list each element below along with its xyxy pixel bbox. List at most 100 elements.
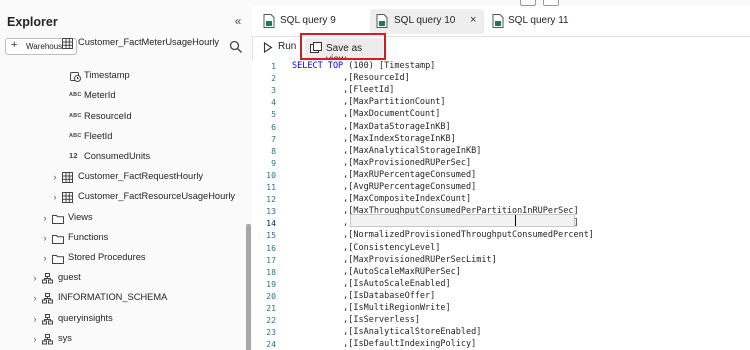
collapse-panel-icon[interactable]: « <box>231 14 245 28</box>
code-line[interactable]: ,[IsServerless] <box>292 315 420 325</box>
save-as-view-button[interactable]: Save as view <box>305 38 383 65</box>
schema-icon <box>42 333 53 347</box>
code-line[interactable]: ,[ResourceId] <box>292 73 410 83</box>
code-line[interactable]: SELECT TOP (100) [Timestamp] <box>292 61 435 71</box>
code-line[interactable]: ,[AutoScaleMaxRUPerSec] <box>292 267 461 277</box>
code-line[interactable]: ,[MaxIndexStorageInKB] <box>292 134 456 144</box>
tab-sql-query-11[interactable]: SQL query 11 <box>488 9 588 34</box>
line-number: 5 <box>271 109 276 120</box>
code-text: ,[MaxCompositeIndexCount] <box>292 194 472 205</box>
code-line[interactable]: ,[ConsistencyLevel] <box>292 243 440 253</box>
explorer-panel: Explorer « + Warehouses Customer_FactMet… <box>0 6 253 350</box>
line-number: 8 <box>271 145 276 156</box>
chevron-right-icon[interactable]: › <box>50 171 60 183</box>
chevron-right-icon[interactable]: › <box>40 252 50 264</box>
code-line[interactable]: ,[MaxCompositeIndexCount] <box>292 194 471 204</box>
code-line[interactable]: ,[IsDefaultIndexingPolicy] <box>292 339 476 349</box>
code-text: ,[IsAnalyticalStoreEnabled] <box>292 327 482 338</box>
code-text: ,[MaxIndexStorageInKB] <box>292 133 456 144</box>
tree-item-resourceid[interactable]: ABC ResourceId <box>0 108 240 128</box>
code-line[interactable]: ,[IsMultiRegionWrite] <box>292 303 450 313</box>
tree-item-meterid[interactable]: ABC MeterId <box>0 87 240 107</box>
timestamp-column-icon <box>70 71 81 84</box>
line-number: 4 <box>271 97 276 108</box>
code-line[interactable]: ,[MaxProvisionedRUPerSec] <box>292 158 471 168</box>
chevron-right-icon[interactable]: › <box>50 191 60 203</box>
tree-item-stored-procedures[interactable]: › Stored Procedures <box>0 249 240 269</box>
run-label: Run <box>278 41 297 52</box>
code-line[interactable]: ,[IsAutoScaleEnabled] <box>292 279 450 289</box>
explorer-title: Explorer <box>7 15 58 29</box>
tree-item-label: queryinsights <box>58 312 113 323</box>
code-text: ,[AvgRUPercentageConsumed] <box>292 182 477 192</box>
code-text: ,[IsServerless] <box>292 315 420 326</box>
sql-file-icon <box>492 14 504 31</box>
line-number: 12 <box>266 194 276 205</box>
schema-icon <box>42 273 53 286</box>
tree-item-guest[interactable]: › guest <box>0 269 240 289</box>
chevron-right-icon[interactable]: › <box>30 333 40 345</box>
chevron-right-icon[interactable]: › <box>30 313 40 325</box>
code-line[interactable]: ,[MaxDataStorageInKB] <box>292 122 450 132</box>
line-number: 10 <box>266 169 276 180</box>
chevron-right-icon[interactable]: › <box>30 292 40 304</box>
sql-editor[interactable]: 1234567891011121314151617181920212223242… <box>252 60 750 350</box>
code-text: ,[MaxDocumentCount] <box>292 109 441 120</box>
tree-item-fleetid[interactable]: ABC FleetId <box>0 128 240 148</box>
tab-label: SQL query 9 <box>280 15 336 26</box>
tree-item-label: Stored Procedures <box>68 252 146 262</box>
folder-icon <box>52 214 64 226</box>
tab-sql-query-10[interactable]: SQL query 10 × <box>370 9 484 34</box>
tree-item-information-schema[interactable]: › INFORMATION_SCHEMA <box>0 289 240 309</box>
tree-item-functions[interactable]: › Functions <box>0 229 240 249</box>
chevron-right-icon[interactable]: › <box>40 232 50 244</box>
close-icon[interactable]: × <box>470 14 476 26</box>
line-number: 19 <box>266 278 276 289</box>
tree-item-label: Customer_FactResourceUsageHourly <box>78 191 236 202</box>
code-text: ,[MaxRUPercentageConsumed] <box>292 169 477 180</box>
code-text: ,[ConsistencyLevel] <box>292 242 441 253</box>
code-line[interactable]: ,[MaxProvisionedRUPerSecLimit] <box>292 255 497 265</box>
tab-label: SQL query 11 <box>508 15 569 26</box>
query-tab-bar: SQL query 9 SQL query 10 × SQL query 11 <box>252 6 750 37</box>
tree-item-consumedunits[interactable]: 12 ConsumedUnits <box>0 148 240 168</box>
code-text: ,[MaxAnalyticalStorageInKB] <box>292 145 482 156</box>
code-line[interactable]: ,[MaxDocumentCount] <box>292 109 440 119</box>
code-line[interactable]: ,[FleetId] <box>292 85 394 95</box>
chevron-right-icon[interactable]: › <box>30 272 40 284</box>
code-line[interactable]: ,[MaxPartitionCount] <box>292 97 445 107</box>
code-text: ,[IsDefaultIndexingPolicy] <box>292 339 477 350</box>
tree-item-sys[interactable]: › sys <box>0 330 240 350</box>
play-icon <box>263 41 273 56</box>
code-line[interactable]: ,[IsAnalyticalStoreEnabled] <box>292 327 481 337</box>
chevron-right-icon[interactable]: › <box>40 212 50 224</box>
tree-item-views[interactable]: › Views <box>0 209 240 229</box>
code-text: ,[IsDatabaseOffer] <box>292 290 436 301</box>
tree-item-customer-factresourceusagehourly[interactable]: › Customer_FactResourceUsageHourly <box>0 188 240 208</box>
folder-icon <box>52 234 64 246</box>
tree-item-customer-factrequesthourly[interactable]: › Customer_FactRequestHourly <box>0 168 240 188</box>
sql-keyword: SELECT TOP <box>292 61 344 71</box>
tree-item-customer-factmeterusagehourly[interactable]: Customer_FactMeterUsageHourly <box>0 34 240 54</box>
tab-sql-query-9[interactable]: SQL query 9 <box>259 9 364 34</box>
sql-file-icon <box>263 14 275 31</box>
code-line[interactable]: ,[MaxRUPercentageConsumed] <box>292 170 476 180</box>
tree-item-queryinsights[interactable]: › queryinsights <box>0 310 240 330</box>
code-text: ,[ResourceId] <box>292 73 410 84</box>
sql-file-icon <box>376 14 388 31</box>
code-text: ,[NormalizedProvisionedThroughputConsume… <box>292 230 594 241</box>
save-view-icon <box>310 42 322 57</box>
tree-item-label: Timestamp <box>84 70 130 81</box>
code-line[interactable]: ,[MaxAnalyticalStorageInKB] <box>292 146 481 156</box>
code-text: ,[AutoScaleMaxRUPerSec] <box>292 266 461 277</box>
line-number: 20 <box>266 290 276 301</box>
text-column-icon: ABC <box>69 132 82 139</box>
code-line[interactable]: ,[NormalizedProvisionedThroughputConsume… <box>292 230 594 240</box>
line-number: 21 <box>266 303 276 313</box>
tab-label: SQL query 10 <box>394 15 456 26</box>
code-line[interactable]: ,[IsDatabaseOffer] <box>292 291 435 301</box>
tree-item-timestamp[interactable]: Timestamp <box>0 67 240 87</box>
sidebar-scrollbar[interactable] <box>246 224 251 350</box>
code-line[interactable]: ,[AvgRUPercentageConsumed] <box>292 182 476 192</box>
table-icon <box>62 38 73 51</box>
